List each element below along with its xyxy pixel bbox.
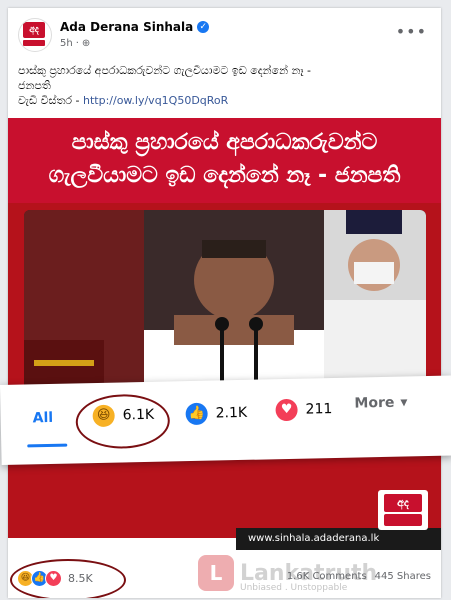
shares-count[interactable]: 445 Shares (375, 571, 431, 582)
tab-love[interactable]: ♥ 211 (275, 398, 333, 422)
tab-haha[interactable]: 😆 6.1K (92, 404, 155, 428)
chevron-down-icon: ▾ (400, 394, 408, 411)
haha-count: 6.1K (122, 406, 155, 424)
post-time[interactable]: 5h (60, 38, 73, 49)
love-count: 211 (305, 401, 333, 418)
derana-logo-bar (384, 514, 422, 526)
tab-all[interactable]: All (27, 410, 68, 448)
lankatruth-tagline: Unbiased . Unstoppable (240, 583, 348, 593)
derana-logo: අද (378, 490, 428, 530)
page-name-label[interactable]: Ada Derana Sinhala (60, 20, 193, 34)
love-mini-icon: ♥ (45, 570, 62, 587)
page-avatar[interactable]: අද (18, 18, 52, 52)
post-more-label: වැඩි විස්තර - (18, 94, 80, 107)
reaction-summary[interactable]: 😆 👍 ♥ 8.5K (17, 570, 93, 587)
more-label[interactable]: More (354, 395, 394, 412)
post-text-line2: ජනපති (18, 79, 51, 92)
post-header: අද Ada Derana Sinhala ✓ 5h · ⊕ ••• (18, 18, 431, 58)
haha-icon: 😆 (92, 404, 115, 428)
ellipsis-icon[interactable]: ••• (396, 22, 427, 41)
comments-count[interactable]: 1.6K Comments (287, 571, 367, 582)
post-meta: 5h · ⊕ (60, 38, 90, 49)
like-count: 2.1K (215, 404, 248, 422)
post-text-line3: වැඩි විස්තර - http://ow.ly/vq1Q50DqRoR (18, 93, 431, 108)
tab-all-underline (27, 443, 68, 448)
post-text: පාස්කු ප්‍රහාරයේ අපරාධකරුවන්ට ගැලවීයාමට … (18, 63, 431, 108)
like-icon: 👍 (185, 402, 208, 426)
lankatruth-logo-icon: L (198, 555, 234, 591)
tab-all-label[interactable]: All (33, 410, 54, 426)
meta-separator: · (75, 38, 79, 49)
post-card: අද Ada Derana Sinhala ✓ 5h · ⊕ ••• පාස්ක… (8, 8, 441, 598)
post-text-line1: පාස්කු ප්‍රහාරයේ අපරාධකරුවන්ට ගැලවීයාමට … (18, 64, 311, 77)
post-link[interactable]: http://ow.ly/vq1Q50DqRoR (83, 94, 228, 107)
headline-line2: ගැලවීයාමට ඉඩ දෙන්නේ නෑ - ජනපති (48, 163, 401, 188)
page-name[interactable]: Ada Derana Sinhala ✓ (60, 20, 210, 34)
post-footer: 😆 👍 ♥ 8.5K L Lankatruth Unbiased . Unsto… (8, 553, 441, 598)
globe-icon: ⊕ (81, 38, 91, 49)
reactions-popup: All 😆 6.1K 👍 2.1K ♥ 211 More ▾ (0, 375, 451, 465)
tab-like[interactable]: 👍 2.1K (185, 402, 248, 426)
engagement-counts: 1.6K Comments 445 Shares (287, 571, 431, 582)
derana-logo-text: අද (384, 494, 422, 512)
image-url-bar: www.sinhala.adaderana.lk (236, 528, 441, 550)
reactions-total[interactable]: 8.5K (68, 572, 93, 585)
tab-more[interactable]: More ▾ (354, 394, 407, 411)
verified-badge-icon: ✓ (197, 21, 210, 33)
love-icon: ♥ (275, 398, 298, 422)
avatar-logo-text: අද (23, 22, 45, 38)
avatar-logo-bar (23, 40, 45, 46)
headline-banner: පාස්කු ප්‍රහාරයේ අපරාධකරුවන්ට ගැලවීයාමට … (8, 118, 441, 203)
headline-line1: පාස්කු ප්‍රහාරයේ අපරාධකරුවන්ට (71, 130, 378, 155)
